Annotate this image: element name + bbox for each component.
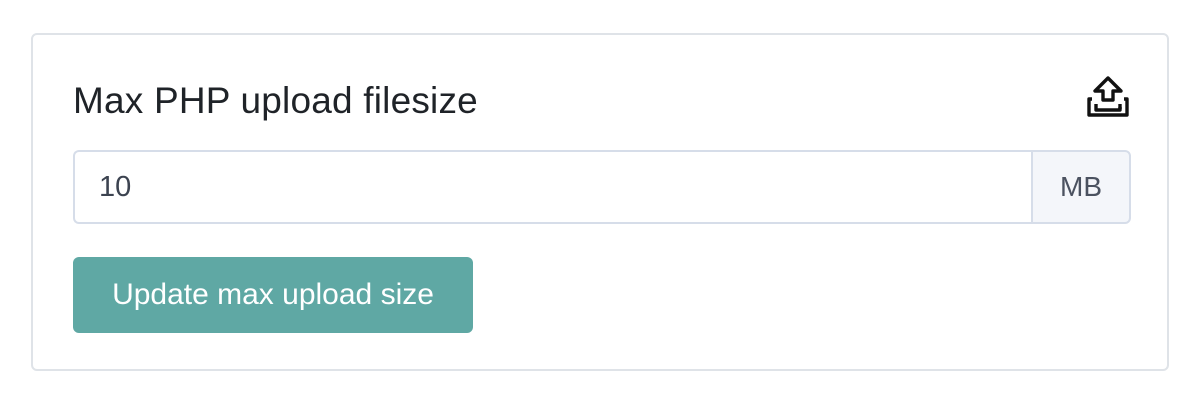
card-header: Max PHP upload filesize bbox=[73, 75, 1131, 127]
upload-size-input[interactable] bbox=[73, 150, 1031, 224]
upload-size-input-group: MB bbox=[73, 150, 1131, 224]
card-title: Max PHP upload filesize bbox=[73, 80, 478, 121]
upload-tray-icon bbox=[1087, 76, 1129, 117]
unit-addon: MB bbox=[1031, 150, 1131, 224]
update-max-upload-size-button[interactable]: Update max upload size bbox=[73, 257, 473, 333]
upload-size-card: Max PHP upload filesize MB Update max up… bbox=[31, 33, 1169, 371]
